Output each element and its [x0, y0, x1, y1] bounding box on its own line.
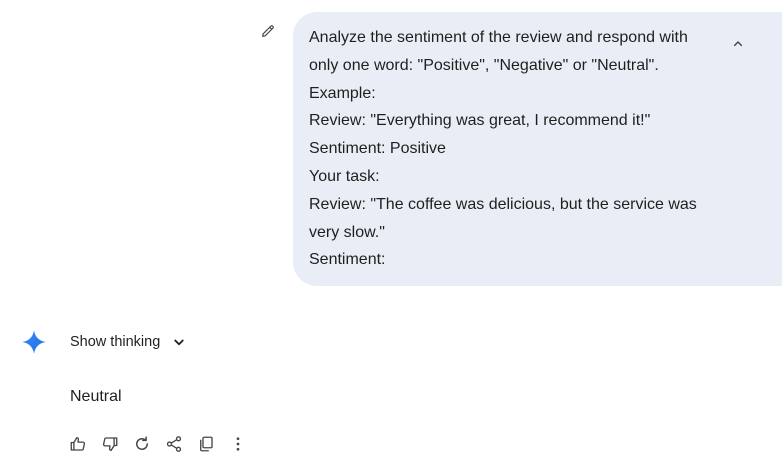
prompt-line: only one word: "Positive", "Negative" or…	[309, 56, 659, 74]
prompt-line: Sentiment:	[309, 251, 386, 269]
regenerate-button[interactable]	[132, 434, 152, 454]
response-actions	[68, 434, 248, 454]
show-thinking-label: Show thinking	[70, 334, 161, 350]
more-options-button[interactable]	[228, 434, 248, 454]
chevron-up-icon	[733, 41, 743, 47]
thumbs-down-icon	[102, 437, 118, 452]
bad-response-button[interactable]	[100, 434, 120, 454]
copy-icon	[200, 436, 213, 452]
regenerate-icon	[136, 436, 148, 450]
show-thinking-button[interactable]: Show thinking	[70, 331, 188, 353]
pencil-icon	[262, 25, 274, 37]
edit-prompt-button[interactable]	[258, 21, 278, 41]
gemini-sparkle-icon	[22, 330, 46, 354]
prompt-line: Review: "Everything was great, I recomme…	[309, 112, 651, 130]
prompt-line: Example:	[309, 84, 376, 102]
good-response-button[interactable]	[68, 434, 88, 454]
chat-page: Analyze the sentiment of the review and …	[0, 0, 782, 474]
collapse-prompt-button[interactable]	[728, 34, 748, 54]
prompt-line: Review: "The coffee was delicious, but t…	[309, 195, 697, 213]
thumbs-up-icon	[70, 436, 86, 451]
prompt-line: very slow."	[309, 223, 385, 241]
prompt-line: Your task:	[309, 167, 380, 185]
prompt-line: Sentiment: Positive	[309, 140, 446, 158]
share-icon	[166, 436, 182, 452]
user-prompt-bubble: Analyze the sentiment of the review and …	[293, 12, 782, 286]
copy-button[interactable]	[196, 434, 216, 454]
more-vert-icon	[236, 437, 240, 451]
prompt-line: Analyze the sentiment of the review and …	[309, 29, 688, 46]
share-button[interactable]	[164, 434, 184, 454]
chevron-down-icon	[174, 339, 184, 346]
response-text: Neutral	[70, 388, 122, 405]
